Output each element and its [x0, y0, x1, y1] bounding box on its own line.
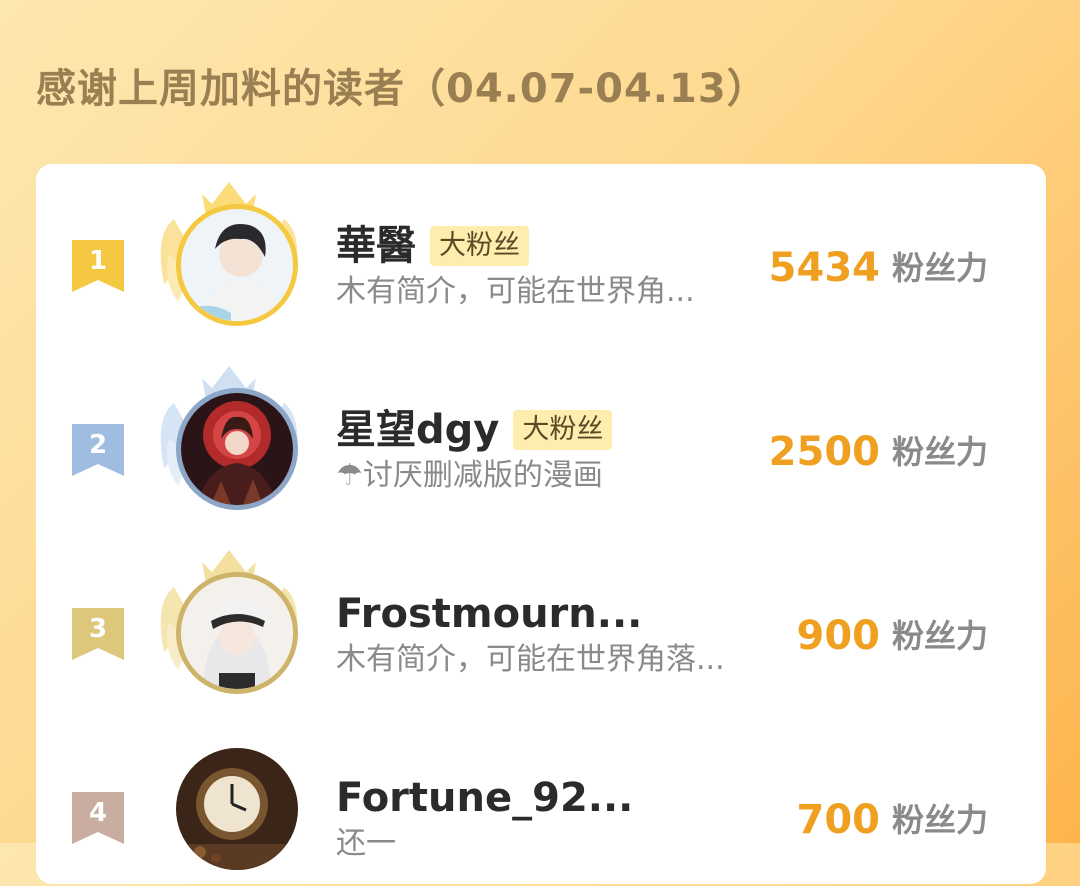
user-name[interactable]: 星望dgy [336, 406, 499, 454]
score-value: 700 [796, 796, 880, 843]
leaderboard-row-1[interactable]: 1 華醫 大粉丝 木有简介，可能在世界角... 5434 粉丝力 [36, 174, 1046, 334]
user-name[interactable]: Fortune_92... [336, 774, 633, 822]
page-title: 感谢上周加料的读者（04.07-04.13） [36, 66, 768, 112]
leaderboard-row-4[interactable]: 4 Fortune_92... 还一 700 粉丝力 [36, 726, 1046, 886]
score-value: 2500 [768, 428, 880, 475]
avatar[interactable] [176, 388, 298, 510]
user-name[interactable]: 華醫 [336, 222, 416, 270]
fan-power-score: 2500 粉丝力 [769, 426, 988, 476]
fan-power-score: 5434 粉丝力 [769, 242, 988, 292]
leaderboard-row-2[interactable]: 2 星望dgy 大粉丝 ☂讨厌删减版的漫画 2500 粉丝力 [36, 358, 1046, 518]
score-unit: 粉丝力 [891, 800, 988, 839]
fan-power-score: 900 粉丝力 [796, 610, 988, 660]
user-name[interactable]: Frostmourn... [336, 590, 642, 638]
fan-power-score: 700 粉丝力 [796, 794, 988, 844]
leaderboard-row-3[interactable]: 3 Frostmourn... 木有简介，可能在世界角落... 900 粉丝力 [36, 542, 1046, 702]
user-bio: ☂讨厌删减版的漫画 [336, 458, 603, 493]
rank-ribbon-bronze: 3 [72, 608, 124, 660]
leaderboard-card: 1 華醫 大粉丝 木有简介，可能在世界角... 5434 粉丝力 2 星望dgy… [36, 164, 1046, 884]
rank-ribbon: 4 [72, 792, 124, 844]
fan-level-badge: 大粉丝 [513, 410, 613, 450]
avatar[interactable] [176, 748, 298, 870]
avatar[interactable] [176, 204, 298, 326]
rank-ribbon-gold: 1 [72, 240, 124, 292]
user-bio: 木有简介，可能在世界角落... [336, 642, 725, 677]
user-bio: 木有简介，可能在世界角... [336, 274, 695, 309]
fan-level-badge: 大粉丝 [430, 226, 529, 266]
score-value: 5434 [768, 244, 880, 291]
score-unit: 粉丝力 [891, 248, 988, 287]
user-bio: 还一 [336, 826, 396, 861]
avatar[interactable] [176, 572, 298, 694]
rank-ribbon-silver: 2 [72, 424, 124, 476]
score-unit: 粉丝力 [891, 616, 988, 655]
score-unit: 粉丝力 [891, 432, 988, 471]
score-value: 900 [796, 612, 880, 659]
